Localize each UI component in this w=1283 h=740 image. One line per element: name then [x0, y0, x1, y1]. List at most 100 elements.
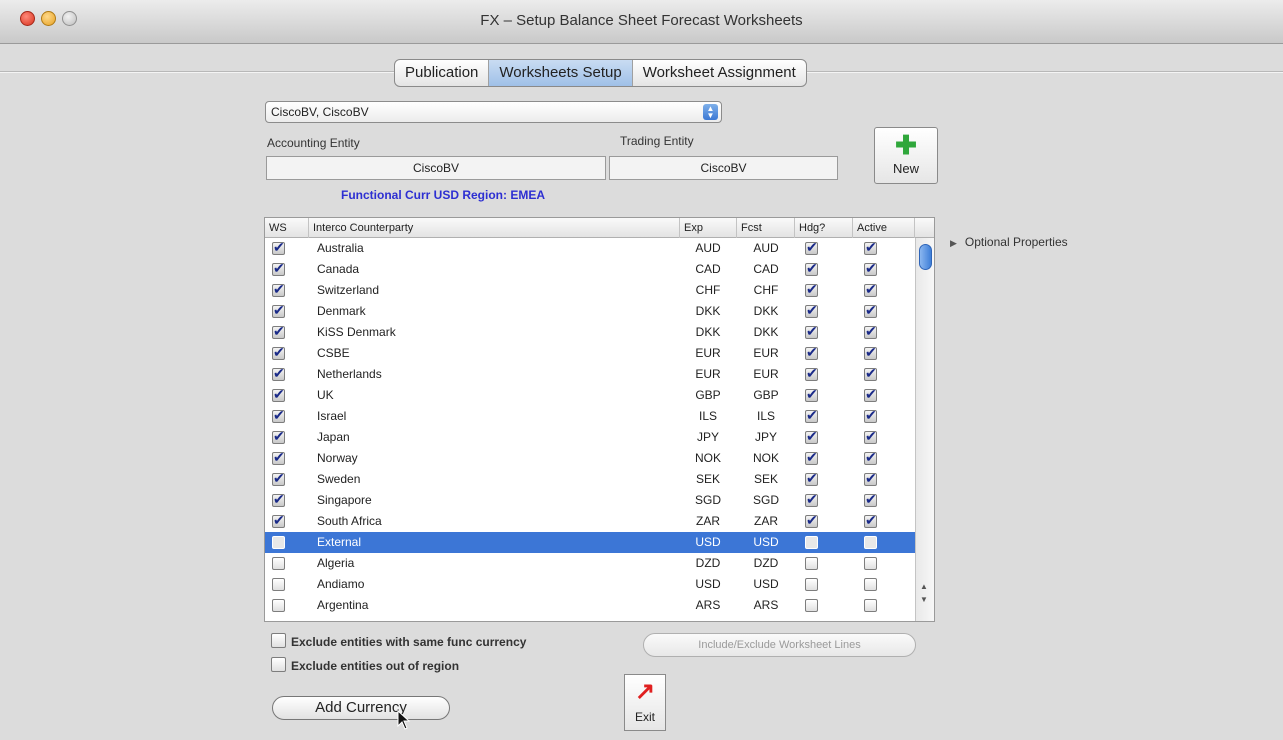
hdg-checkbox[interactable] — [805, 323, 818, 339]
ws-checkbox[interactable] — [272, 578, 285, 591]
active-checkbox[interactable] — [864, 470, 877, 486]
hdg-checkbox[interactable] — [805, 365, 818, 381]
ws-checkbox[interactable] — [272, 470, 285, 486]
active-checkbox[interactable] — [864, 344, 877, 360]
table-row[interactable]: Sweden SEK SEK — [265, 469, 915, 490]
ws-checkbox[interactable] — [272, 536, 285, 549]
ws-checkbox[interactable] — [272, 557, 285, 570]
ws-checkbox[interactable] — [272, 302, 285, 318]
ws-checkbox[interactable] — [272, 428, 285, 444]
ws-checkbox[interactable] — [272, 239, 285, 255]
active-cell — [864, 259, 877, 280]
active-checkbox[interactable] — [864, 491, 877, 507]
header-exp[interactable]: Exp — [680, 218, 737, 238]
active-checkbox[interactable] — [864, 407, 877, 423]
ws-checkbox[interactable] — [272, 599, 285, 612]
active-checkbox[interactable] — [864, 557, 877, 570]
new-button[interactable]: ✚ New — [874, 127, 938, 184]
hdg-checkbox[interactable] — [805, 578, 818, 591]
exclude-out-of-region-option[interactable]: Exclude entities out of region — [271, 657, 459, 673]
hdg-checkbox[interactable] — [805, 260, 818, 276]
active-checkbox[interactable] — [864, 512, 877, 528]
header-fcst[interactable]: Fcst — [737, 218, 795, 238]
exclude-same-currency-checkbox[interactable] — [271, 633, 286, 648]
ws-checkbox[interactable] — [272, 281, 285, 297]
entity-select[interactable]: CiscoBV, CiscoBV ▲ ▼ — [265, 101, 722, 123]
table-row[interactable]: UK GBP GBP — [265, 385, 915, 406]
table-row[interactable]: Netherlands EUR EUR — [265, 364, 915, 385]
hdg-checkbox[interactable] — [805, 407, 818, 423]
hdg-checkbox[interactable] — [805, 449, 818, 465]
hdg-checkbox[interactable] — [805, 239, 818, 255]
tab-publication[interactable]: Publication — [395, 60, 490, 86]
header-ws[interactable]: WS — [265, 218, 309, 238]
active-checkbox[interactable] — [864, 323, 877, 339]
window-title: FX – Setup Balance Sheet Forecast Worksh… — [480, 12, 803, 29]
exclude-same-currency-option[interactable]: Exclude entities with same func currency — [271, 633, 526, 649]
tab-worksheet-assignment[interactable]: Worksheet Assignment — [633, 60, 806, 86]
table-row[interactable]: CSBE EUR EUR — [265, 343, 915, 364]
ws-checkbox[interactable] — [272, 344, 285, 360]
table-row[interactable]: Norway NOK NOK — [265, 448, 915, 469]
scroll-up-arrow-icon[interactable]: ▲ — [920, 582, 928, 591]
active-checkbox[interactable] — [864, 428, 877, 444]
header-active[interactable]: Active — [853, 218, 915, 238]
hdg-checkbox[interactable] — [805, 491, 818, 507]
active-checkbox[interactable] — [864, 302, 877, 318]
hdg-checkbox[interactable] — [805, 428, 818, 444]
table-row[interactable]: Israel ILS ILS — [265, 406, 915, 427]
header-hdg[interactable]: Hdg? — [795, 218, 853, 238]
active-checkbox[interactable] — [864, 239, 877, 255]
table-row[interactable]: Canada CAD CAD — [265, 259, 915, 280]
table-row[interactable]: Japan JPY JPY — [265, 427, 915, 448]
hdg-checkbox[interactable] — [805, 599, 818, 612]
active-checkbox[interactable] — [864, 260, 877, 276]
exit-button[interactable]: ↗ Exit — [624, 674, 666, 731]
active-checkbox[interactable] — [864, 449, 877, 465]
active-checkbox[interactable] — [864, 365, 877, 381]
active-checkbox[interactable] — [864, 599, 877, 612]
hdg-checkbox[interactable] — [805, 512, 818, 528]
active-checkbox[interactable] — [864, 536, 877, 549]
scroll-down-arrow-icon[interactable]: ▼ — [920, 595, 928, 604]
ws-checkbox[interactable] — [272, 407, 285, 423]
hdg-checkbox[interactable] — [805, 536, 818, 549]
exclude-out-of-region-checkbox[interactable] — [271, 657, 286, 672]
hdg-checkbox[interactable] — [805, 470, 818, 486]
add-currency-button[interactable]: Add Currency — [272, 696, 450, 720]
hdg-checkbox[interactable] — [805, 344, 818, 360]
trading-entity-field[interactable]: CiscoBV — [609, 156, 838, 180]
table-row[interactable]: South Africa ZAR ZAR — [265, 511, 915, 532]
table-row[interactable]: Singapore SGD SGD — [265, 490, 915, 511]
ws-checkbox[interactable] — [272, 323, 285, 339]
table-row[interactable]: Denmark DKK DKK — [265, 301, 915, 322]
active-checkbox[interactable] — [864, 578, 877, 591]
tab-worksheets-setup[interactable]: Worksheets Setup — [489, 60, 633, 86]
ws-checkbox[interactable] — [272, 260, 285, 276]
hdg-checkbox[interactable] — [805, 386, 818, 402]
include-exclude-lines-button[interactable]: Include/Exclude Worksheet Lines — [643, 633, 916, 657]
ws-checkbox[interactable] — [272, 491, 285, 507]
hdg-checkbox[interactable] — [805, 281, 818, 297]
ws-checkbox[interactable] — [272, 365, 285, 381]
hdg-checkbox[interactable] — [805, 557, 818, 570]
table-row[interactable]: Switzerland CHF CHF — [265, 280, 915, 301]
table-row[interactable]: KiSS Denmark DKK DKK — [265, 322, 915, 343]
table-row[interactable]: External USD USD — [265, 532, 915, 553]
hdg-checkbox[interactable] — [805, 302, 818, 318]
ws-checkbox[interactable] — [272, 386, 285, 402]
active-checkbox[interactable] — [864, 281, 877, 297]
table-row[interactable]: Australia AUD AUD — [265, 238, 915, 259]
table-row[interactable]: Argentina ARS ARS — [265, 595, 915, 616]
accounting-entity-field[interactable]: CiscoBV — [266, 156, 606, 180]
table-scrollbar[interactable]: ▲ ▼ — [915, 238, 934, 621]
hdg-cell — [805, 406, 818, 427]
active-checkbox[interactable] — [864, 386, 877, 402]
ws-checkbox[interactable] — [272, 449, 285, 465]
optional-properties-disclosure[interactable]: ▶ Optional Properties — [950, 235, 1068, 249]
table-row[interactable]: Andiamo USD USD — [265, 574, 915, 595]
table-row[interactable]: Algeria DZD DZD — [265, 553, 915, 574]
header-counterparty[interactable]: Interco Counterparty — [309, 218, 680, 238]
scrollbar-thumb[interactable] — [919, 244, 932, 270]
ws-checkbox[interactable] — [272, 512, 285, 528]
